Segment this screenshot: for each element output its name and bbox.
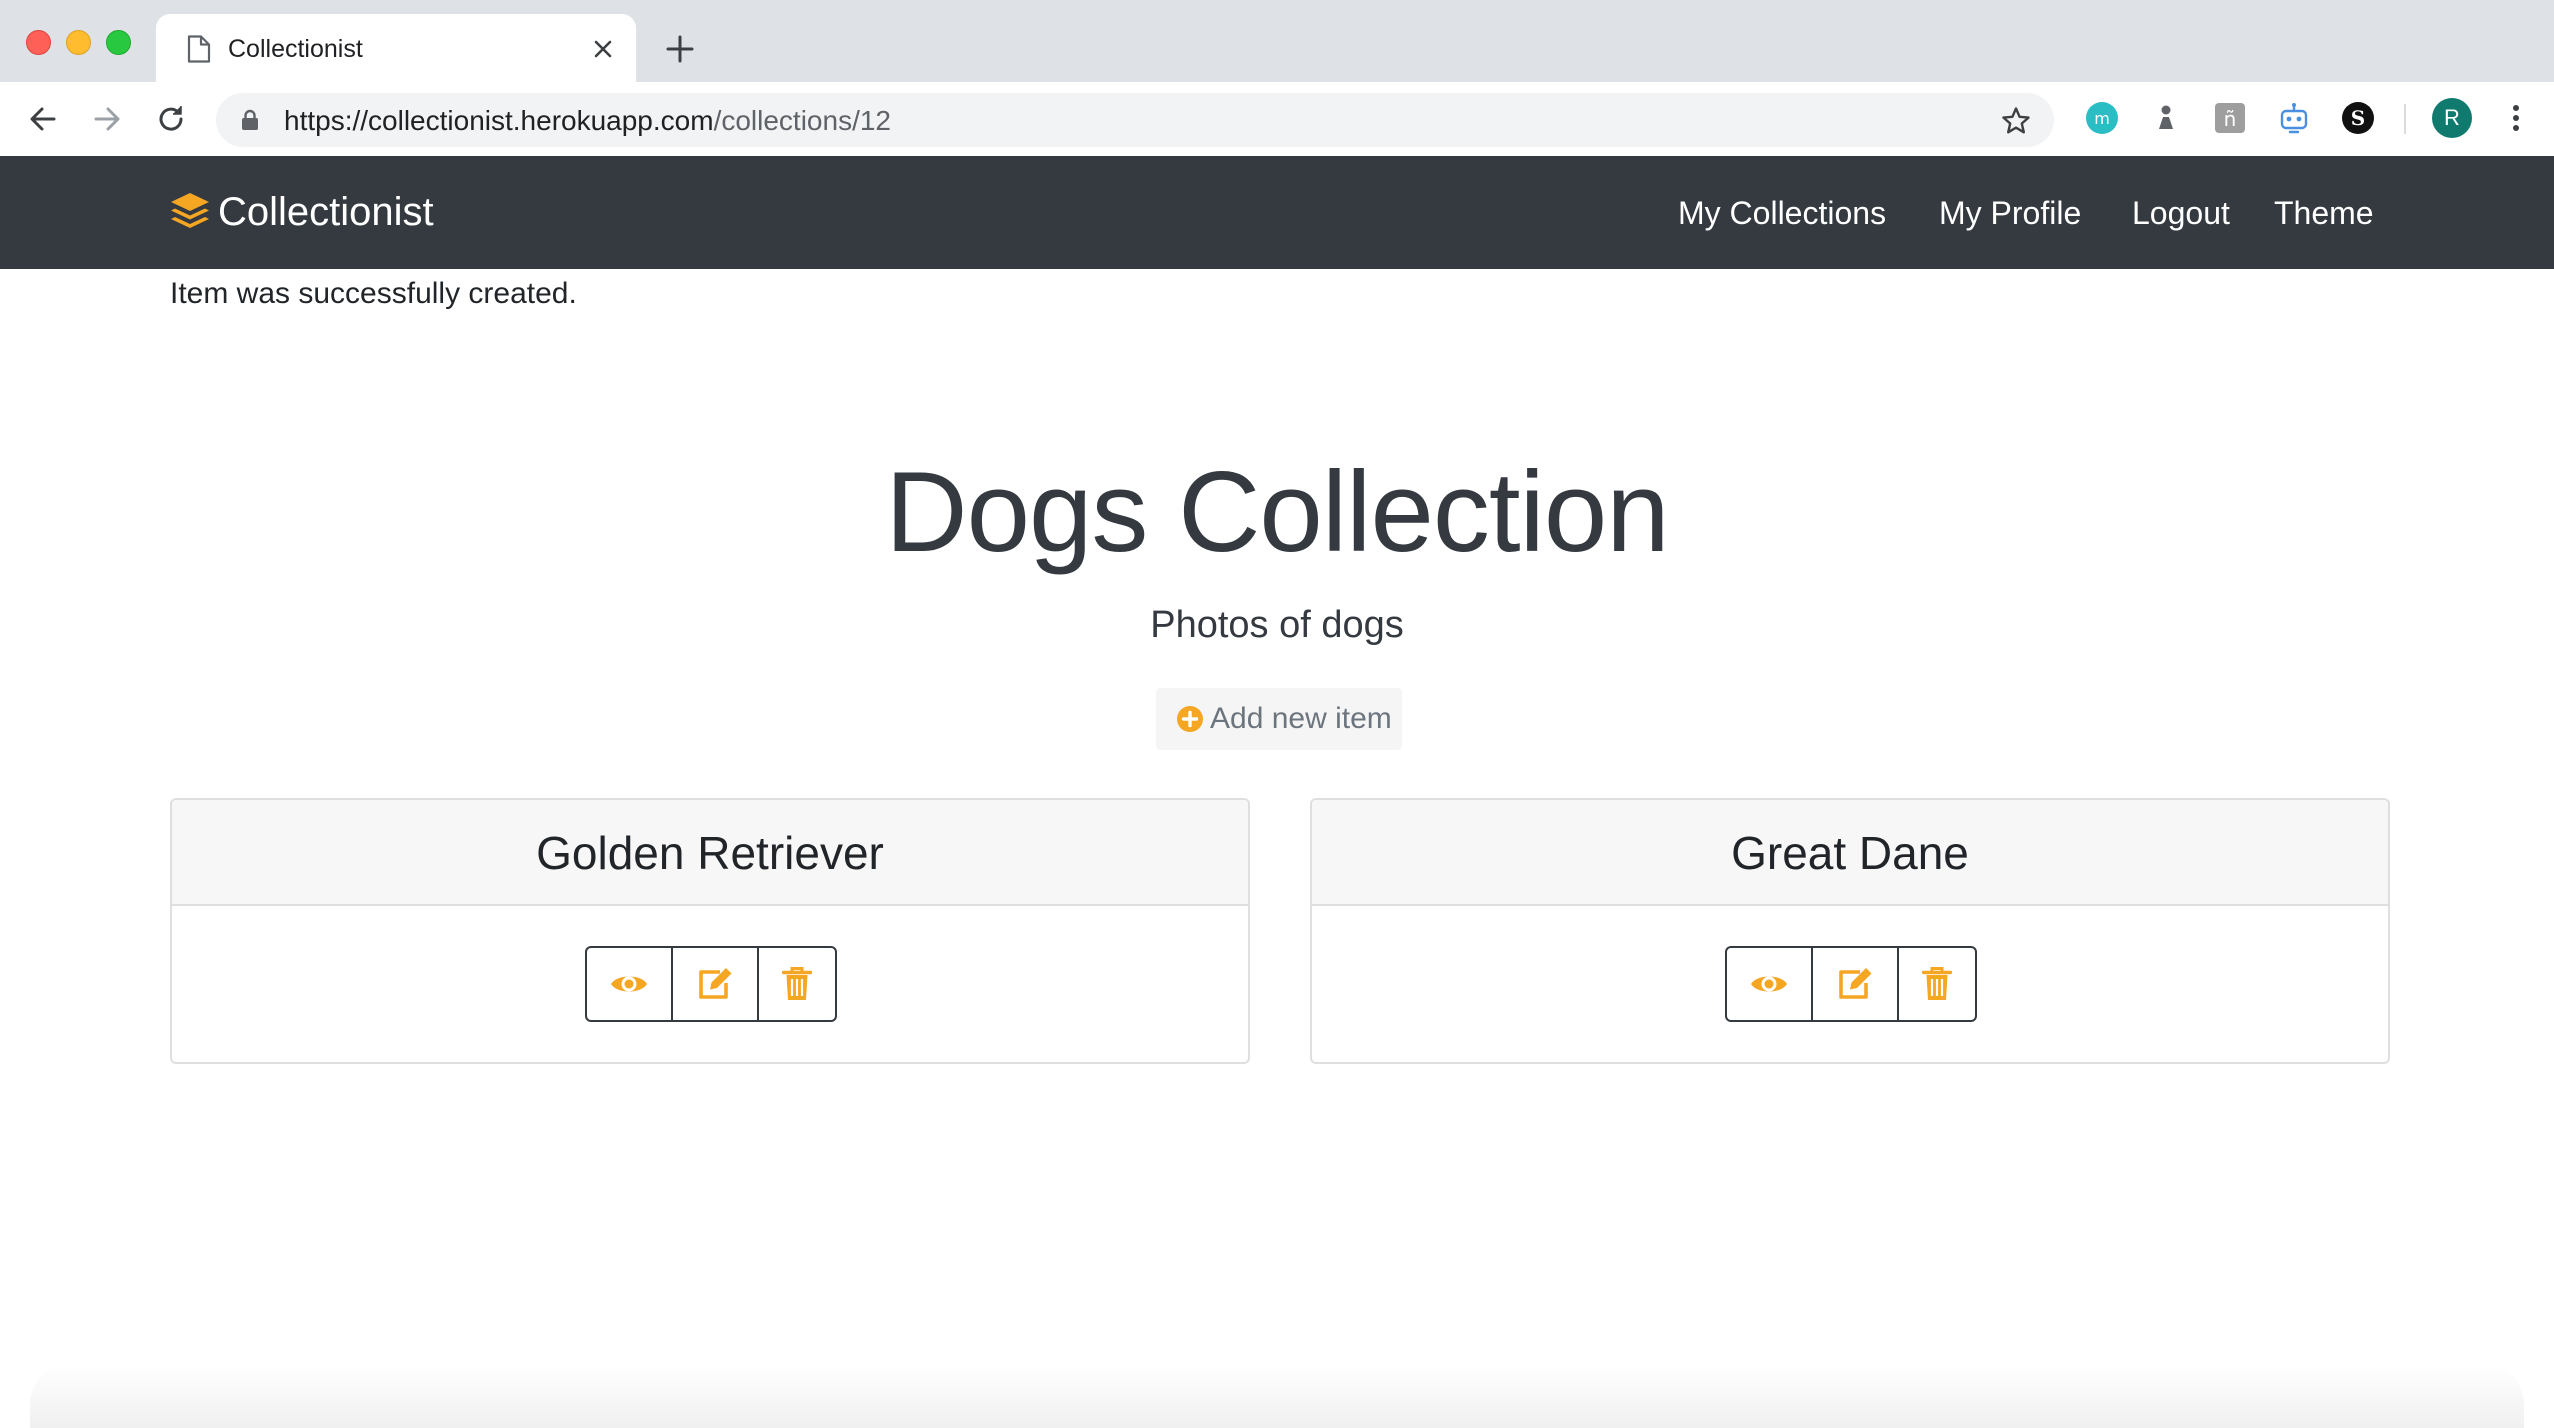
brand-link[interactable]: Collectionist [218, 188, 434, 236]
view-item-button[interactable] [587, 948, 673, 1020]
nav-link-my-collections[interactable]: My Collections [1678, 193, 1886, 233]
edit-item-button[interactable] [673, 948, 759, 1020]
nav-link-theme[interactable]: Theme [2274, 193, 2374, 233]
maximize-window-button[interactable] [106, 30, 131, 55]
item-actions [1725, 946, 1977, 1022]
nav-link-logout[interactable]: Logout [2132, 193, 2230, 233]
add-new-item-label: Add new item [1210, 702, 1392, 735]
item-actions [585, 946, 837, 1022]
collection-description: Photos of dogs [1150, 604, 1404, 646]
close-tab-icon[interactable] [588, 34, 618, 64]
window-bottom-shadow [30, 1364, 2524, 1428]
trash-icon [1922, 967, 1952, 1000]
eye-icon [611, 976, 647, 992]
svg-text:ñ: ñ [2224, 107, 2237, 131]
lock-icon [242, 109, 258, 130]
item-card-header: Great Dane [1312, 800, 2388, 906]
extension-k-icon[interactable]: ñ [2212, 100, 2248, 136]
profile-avatar[interactable]: R [2432, 98, 2472, 138]
extension-person-icon[interactable] [2148, 100, 2184, 136]
item-card: Golden Retriever [170, 798, 1250, 1064]
url-path: /collections/12 [713, 105, 891, 136]
address-bar[interactable]: https://collectionist.herokuapp.com/coll… [216, 93, 2054, 147]
flash-notice: Item was successfully created. [170, 277, 577, 310]
extension-m-icon[interactable]: m [2084, 100, 2120, 136]
svg-text:m: m [2094, 109, 2110, 128]
browser-tab[interactable]: Collectionist [156, 14, 636, 82]
url-host: https://collectionist.herokuapp.com [284, 105, 714, 136]
delete-item-button[interactable] [759, 948, 835, 1020]
reload-icon[interactable] [152, 100, 190, 138]
extension-robot-icon[interactable] [2276, 100, 2312, 136]
page-title: Dogs Collection [885, 449, 1669, 576]
forward-icon[interactable] [88, 100, 126, 138]
page-icon [187, 35, 211, 63]
site-navbar: Collectionist My Collections My Profile … [0, 156, 2554, 269]
item-title: Golden Retriever [536, 827, 884, 879]
item-card-header: Golden Retriever [172, 800, 1248, 906]
bookmark-star-icon[interactable] [2000, 105, 2032, 137]
browser-toolbar: https://collectionist.herokuapp.com/coll… [0, 82, 2554, 156]
nav-link-my-profile[interactable]: My Profile [1939, 193, 2081, 233]
toolbar-divider [2404, 104, 2406, 134]
svg-text:S: S [2351, 106, 2365, 130]
browser-tab-bar: Collectionist [0, 0, 2554, 82]
delete-item-button[interactable] [1899, 948, 1975, 1020]
add-new-item-button[interactable]: Add new item [1156, 688, 1402, 750]
edit-item-button[interactable] [1813, 948, 1899, 1020]
plus-circle-icon [1177, 706, 1203, 732]
close-window-button[interactable] [26, 30, 51, 55]
trash-icon [782, 967, 812, 1000]
url-text: https://collectionist.herokuapp.com/coll… [284, 105, 891, 137]
tab-title: Collectionist [228, 35, 363, 63]
view-item-button[interactable] [1727, 948, 1813, 1020]
layers-icon[interactable] [168, 190, 212, 234]
eye-icon [1751, 976, 1787, 992]
back-icon[interactable] [24, 100, 62, 138]
more-options-icon[interactable] [2504, 100, 2528, 136]
minimize-window-button[interactable] [66, 30, 91, 55]
item-title: Great Dane [1731, 827, 1969, 879]
extension-s-icon[interactable]: S [2340, 100, 2376, 136]
new-tab-icon[interactable] [664, 33, 696, 65]
item-card: Great Dane [1310, 798, 2390, 1064]
edit-icon [699, 968, 732, 999]
edit-icon [1839, 968, 1872, 999]
